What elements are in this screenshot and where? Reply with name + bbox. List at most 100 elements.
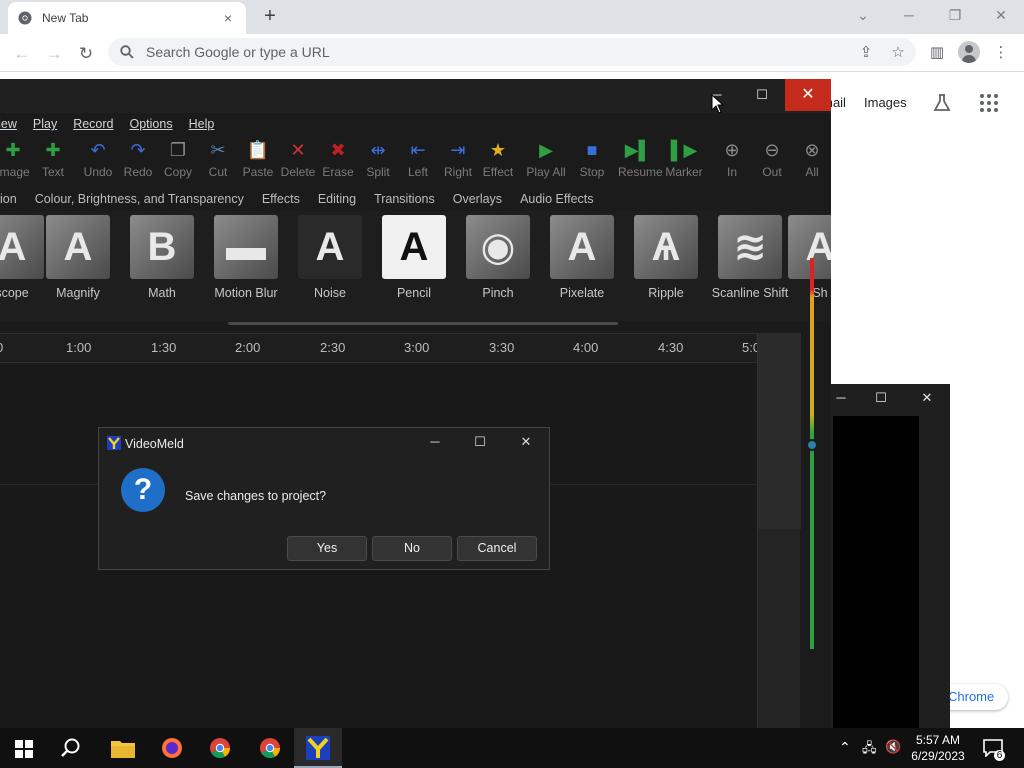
yes-button[interactable]: Yes bbox=[287, 536, 367, 561]
effect-pencil[interactable]: A Pencil bbox=[372, 215, 456, 300]
menu-play[interactable]: Play bbox=[33, 117, 57, 131]
bookmark-star-icon[interactable]: ☆ bbox=[885, 40, 911, 66]
effect-math[interactable]: B Math bbox=[120, 215, 204, 300]
google-apps-icon[interactable] bbox=[980, 94, 998, 112]
preview-minimize-button[interactable]: ─ bbox=[831, 390, 851, 405]
side-panel-upper bbox=[758, 333, 801, 529]
tool-zoom-all-button[interactable]: ⊗ All bbox=[792, 135, 831, 187]
dialog-close-button[interactable]: ✕ bbox=[515, 434, 537, 450]
tool-right-button[interactable]: ⇥ Right bbox=[438, 135, 478, 187]
new-tab-button[interactable]: + bbox=[258, 4, 282, 28]
tab-new-tab[interactable]: New Tab × bbox=[8, 2, 246, 34]
chrome-menu-icon[interactable]: ⋮ bbox=[988, 40, 1014, 66]
clock-date[interactable]: 6/29/2023 bbox=[906, 749, 970, 763]
images-link[interactable]: Images bbox=[864, 95, 907, 110]
left-icon: ⇤ bbox=[410, 140, 426, 160]
taskbar-videomeld[interactable] bbox=[294, 728, 342, 768]
tool-cut-button[interactable]: ✂ Cut bbox=[198, 135, 238, 187]
effect-pixelate[interactable]: A Pixelate bbox=[540, 215, 624, 300]
taskbar-chrome-2[interactable] bbox=[246, 728, 294, 768]
volume-slider-knob[interactable] bbox=[806, 439, 818, 451]
omnibox[interactable]: Search Google or type a URL bbox=[108, 38, 916, 66]
effect-noise[interactable]: A Noise bbox=[288, 215, 372, 300]
taskbar-chrome-1[interactable] bbox=[196, 728, 244, 768]
tab-transitions[interactable]: Transitions bbox=[374, 192, 435, 206]
tool-stop-button[interactable]: ■ Stop bbox=[572, 135, 612, 187]
profile-avatar[interactable] bbox=[958, 41, 980, 63]
tab-audio-effects[interactable]: Audio Effects bbox=[520, 192, 593, 206]
windows-start-icon[interactable] bbox=[15, 740, 33, 758]
volume-muted-icon[interactable]: 🔇 bbox=[885, 739, 901, 755]
side-panel-icon[interactable]: ▥ bbox=[924, 40, 950, 66]
no-button[interactable]: No bbox=[372, 536, 452, 561]
tool-play-all-button[interactable]: ▶ Play All bbox=[526, 135, 566, 187]
tab-editing[interactable]: Editing bbox=[318, 192, 356, 206]
menu-record[interactable]: Record bbox=[73, 117, 113, 131]
windows-taskbar: ⌃ 🖧 🔇 5:57 AM 6/29/2023 6 bbox=[0, 728, 1024, 768]
effects-scrollbar[interactable] bbox=[228, 322, 618, 325]
tool-paste-button[interactable]: 📋 Paste bbox=[238, 135, 278, 187]
videomeld-maximize-button[interactable]: ☐ bbox=[739, 79, 785, 111]
tool-redo-button[interactable]: ↷ Redo bbox=[118, 135, 158, 187]
search-icon[interactable] bbox=[60, 737, 82, 759]
tool-marker-button[interactable]: ▌▶ Marker bbox=[664, 135, 704, 187]
network-icon[interactable]: 🖧 bbox=[862, 739, 877, 761]
chrome-favicon-icon bbox=[18, 11, 32, 25]
save-changes-dialog: VideoMeld ─ ☐ ✕ ? Save changes to projec… bbox=[98, 427, 550, 570]
tray-chevron-icon[interactable]: ⌃ bbox=[839, 739, 851, 756]
videomeld-logo-icon bbox=[107, 436, 121, 450]
tab-search-icon[interactable]: ⌄ bbox=[840, 0, 886, 30]
effect-ripple[interactable]: Ѧ Ripple bbox=[624, 215, 708, 300]
delete-icon: ✕ bbox=[290, 140, 306, 160]
preview-maximize-button[interactable]: ☐ bbox=[871, 390, 891, 406]
tab-effects[interactable]: Effects bbox=[262, 192, 300, 206]
tool-zoom-in-button[interactable]: ⊕ In bbox=[712, 135, 752, 187]
dialog-minimize-button[interactable]: ─ bbox=[424, 434, 446, 449]
share-icon[interactable]: ⇪ bbox=[853, 40, 879, 66]
tick-label: 0 bbox=[0, 340, 3, 355]
chrome-close-button[interactable]: ✕ bbox=[978, 0, 1024, 30]
forward-button[interactable]: → bbox=[40, 40, 68, 68]
effect-magnify[interactable]: A Magnify bbox=[36, 215, 120, 300]
menu-help[interactable]: Help bbox=[189, 117, 215, 131]
chrome-minimize-button[interactable]: ─ bbox=[886, 0, 932, 30]
cancel-button[interactable]: Cancel bbox=[457, 536, 537, 561]
back-button[interactable]: ← bbox=[8, 40, 36, 68]
text-icon: ✚ bbox=[45, 140, 61, 160]
tab-overlays[interactable]: Overlays bbox=[453, 192, 502, 206]
chrome-tab-strip: New Tab × + ⌄ ─ ❐ ✕ bbox=[0, 0, 1024, 34]
tool-effect-button[interactable]: ★ Effect bbox=[478, 135, 518, 187]
menu-view[interactable]: View bbox=[0, 117, 17, 131]
reload-button[interactable]: ↻ bbox=[72, 40, 100, 68]
videomeld-icon bbox=[306, 736, 330, 760]
tool-resume-button[interactable]: ▶▌ Resume bbox=[618, 135, 663, 187]
tool-zoom-out-button[interactable]: ⊖ Out bbox=[752, 135, 792, 187]
effect-pinch[interactable]: ◉ Pinch bbox=[456, 215, 540, 300]
timeline-ruler[interactable]: 0 1:00 1:30 2:00 2:30 3:00 3:30 4:00 4:3… bbox=[0, 333, 760, 363]
tool-undo-button[interactable]: ↶ Undo bbox=[78, 135, 118, 187]
tab-colour-brightness-transparency[interactable]: Colour, Brightness, and Transparency bbox=[35, 192, 244, 206]
clock-time[interactable]: 5:57 AM bbox=[906, 733, 970, 747]
tool-split-button[interactable]: ⇹ Split bbox=[358, 135, 398, 187]
tool-copy-button[interactable]: ❐ Copy bbox=[158, 135, 198, 187]
undo-icon: ↶ bbox=[90, 140, 106, 160]
effect-motion-blur[interactable]: ▬ Motion Blur bbox=[204, 215, 288, 300]
preview-close-button[interactable]: ✕ bbox=[917, 390, 937, 406]
image-icon: ✚ bbox=[5, 140, 21, 160]
effect-partial[interactable]: A Sh bbox=[778, 215, 831, 300]
videomeld-close-button[interactable]: ✕ bbox=[785, 79, 831, 111]
tool-image-button[interactable]: ✚Image bbox=[0, 135, 33, 187]
menu-options[interactable]: Options bbox=[130, 117, 173, 131]
labs-flask-icon[interactable] bbox=[932, 93, 952, 113]
tab-category-partial[interactable]: ion bbox=[0, 192, 17, 206]
redo-icon: ↷ bbox=[130, 140, 146, 160]
tab-close-icon[interactable]: × bbox=[220, 10, 236, 26]
tool-left-button[interactable]: ⇤ Left bbox=[398, 135, 438, 187]
tool-erase-button[interactable]: ✖ Erase bbox=[318, 135, 358, 187]
tool-delete-button[interactable]: ✕ Delete bbox=[278, 135, 318, 187]
dialog-maximize-button[interactable]: ☐ bbox=[469, 434, 491, 450]
taskbar-file-explorer[interactable] bbox=[98, 728, 146, 768]
taskbar-firefox[interactable] bbox=[148, 728, 196, 768]
chrome-restore-button[interactable]: ❐ bbox=[932, 0, 978, 30]
tool-text-button[interactable]: ✚ Text bbox=[33, 135, 73, 187]
